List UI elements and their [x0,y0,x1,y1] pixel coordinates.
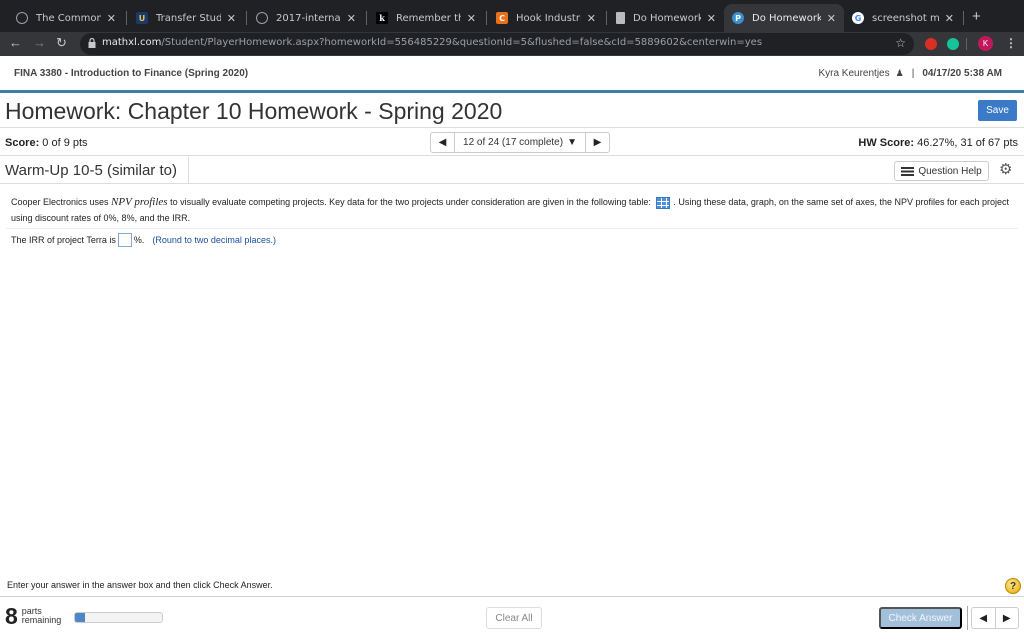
homework-score: HW Score: 46.27%, 31 of 67 pts [858,137,1018,149]
homework-title-row: Homework: Chapter 10 Homework - Spring 2… [0,95,1024,128]
close-tab-icon[interactable]: ✕ [107,12,116,25]
divider [188,157,189,184]
save-button[interactable]: Save [978,100,1017,121]
check-answer-button[interactable]: Check Answer [879,607,962,629]
course-header: FINA 3380 - Introduction to Finance (Spr… [0,56,1024,93]
question-selector-dropdown[interactable]: 12 of 24 (17 complete) ▼ [455,133,585,152]
bottom-question-navigator: ◀ ▶ [971,607,1019,629]
user-info: Kyra Keurentjes ♟ | 04/17/20 5:38 AM [818,68,1002,79]
new-tab-button[interactable]: + [972,8,981,25]
forward-arrow-icon[interactable]: → [33,35,46,50]
tab-remember-the-alamo[interactable]: k Remember the Ala ✕ [368,4,484,32]
url-text: mathxl.com/Student/PlayerHomework.aspx?h… [102,37,763,48]
parts-count: 8 [5,603,18,629]
lock-icon [88,38,96,48]
tab-do-homework[interactable]: Do Homework ✕ [608,4,724,32]
tab-screenshot-mac[interactable]: G screenshot mac - ✕ [844,4,962,32]
instruction-text: Enter your answer in the answer box and … [7,580,273,590]
next-question-button[interactable]: ▶ [996,608,1019,628]
document-icon [616,12,625,24]
parts-remaining: 8 parts remaining [5,603,62,629]
user-name: Kyra Keurentjes [818,68,890,79]
divider [967,606,968,630]
previous-question-button[interactable]: ◀ [431,133,455,152]
progress-fill [75,613,85,622]
back-arrow-icon[interactable]: ← [9,35,22,50]
tab-2017-international[interactable]: 2017-international ✕ [248,4,364,32]
clear-all-button[interactable]: Clear All [486,607,542,629]
caret-down-icon: ▼ [567,137,577,148]
parts-progress-bar [74,612,163,623]
university-logo-icon: U [136,12,148,24]
close-tab-icon[interactable]: ✕ [227,12,236,25]
profile-avatar[interactable]: K [978,36,993,51]
c-logo-icon: C [496,12,508,24]
close-tab-icon[interactable]: ✕ [945,12,954,25]
user-icon: ♟ [895,68,904,78]
address-bar[interactable]: mathxl.com/Student/PlayerHomework.aspx?h… [80,33,914,55]
tab-common-app[interactable]: The Common Appl ✕ [8,4,124,32]
grammarly-extension-icon[interactable] [947,38,959,50]
globe-icon [256,12,268,24]
tab-hook-industries[interactable]: C Hook Industries Is ✕ [488,4,604,32]
tab-do-homework-active[interactable]: P Do Homework - Ky ✕ [724,4,844,32]
pearson-icon: P [732,12,744,24]
list-icon [901,166,915,176]
toolbar-divider [966,38,967,50]
next-question-button[interactable]: ▶ [585,133,609,152]
question-navigator: ◀ 12 of 24 (17 complete) ▼ ▶ [430,132,610,153]
previous-question-button[interactable]: ◀ [972,608,996,628]
reload-icon[interactable]: ↻ [56,35,67,51]
k-logo-icon: k [376,12,388,24]
close-tab-icon[interactable]: ✕ [587,12,596,25]
close-tab-icon[interactable]: ✕ [347,12,356,25]
question-title-row: Warm-Up 10-5 (similar to) Question Help … [0,157,1024,184]
divider [6,228,1018,229]
bookmark-star-icon[interactable]: ☆ [895,36,906,50]
question-title: Warm-Up 10-5 (similar to) [5,162,177,179]
course-title: FINA 3380 - Introduction to Finance (Spr… [14,68,249,79]
globe-icon [16,12,28,24]
browser-menu-icon[interactable]: ⋮ [1005,36,1017,50]
homework-title: Homework: Chapter 10 Homework - Spring 2… [5,98,503,124]
rounding-hint: (Round to two decimal places.) [152,235,276,245]
question-score: Score: 0 of 9 pts [5,137,88,149]
question-text: Cooper Electronics uses NPV profiles to … [11,196,1010,223]
question-help-button[interactable]: Question Help [894,161,989,181]
divider [0,596,1024,597]
gear-icon[interactable]: ⚙ [999,160,1012,178]
data-table-icon[interactable] [656,196,671,209]
separator: | [911,68,915,79]
irr-answer-input[interactable] [117,233,132,247]
close-tab-icon[interactable]: ✕ [707,12,716,25]
tab-transfer-student[interactable]: U Transfer Student C ✕ [128,4,244,32]
datetime: 04/17/20 5:38 AM [922,68,1002,79]
help-icon[interactable]: ? [1005,578,1021,594]
browser-toolbar: ← → ↻ mathxl.com/Student/PlayerHomework.… [0,32,1024,56]
close-tab-icon[interactable]: ✕ [467,12,476,25]
google-icon: G [852,12,864,24]
close-tab-icon[interactable]: ✕ [827,12,836,25]
score-row: Score: 0 of 9 pts ◀ 12 of 24 (17 complet… [0,129,1024,156]
adblock-extension-icon[interactable] [925,38,937,50]
browser-tab-strip: The Common Appl ✕ U Transfer Student C ✕… [0,0,1024,32]
answer-line: The IRR of project Terra is %. (Round to… [11,233,276,247]
